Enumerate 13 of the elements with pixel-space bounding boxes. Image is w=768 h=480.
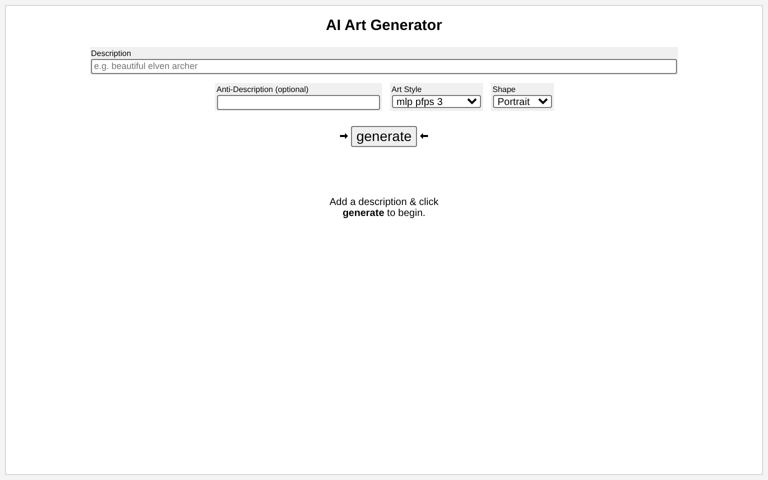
description-field[interactable]: e.g. beautiful elven archer (91, 58, 677, 74)
page-title: AI Art Generator (326, 16, 442, 36)
generate-button[interactable]: generate (351, 126, 417, 146)
art-style-label: Art Style (392, 84, 423, 94)
anti-description-field[interactable] (216, 94, 380, 110)
shape-label: Shape (492, 84, 517, 94)
shape-select[interactable]: Portrait (492, 94, 552, 108)
left-arrow-icon (420, 133, 428, 139)
hint-text: Add a description & click generate to begin. (328, 196, 440, 218)
anti-description-label: Anti-Description (optional) (216, 84, 310, 94)
right-arrow-icon (340, 133, 348, 139)
description-label: Description (91, 48, 132, 58)
art-style-select[interactable]: mlp pfps 3 (392, 94, 480, 108)
